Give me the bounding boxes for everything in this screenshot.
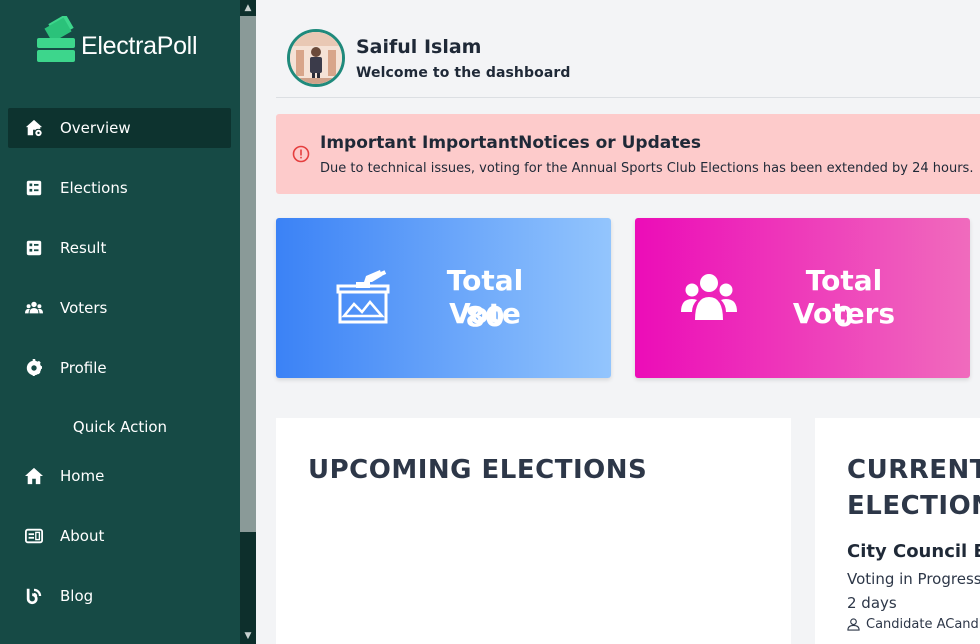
current-title-line1: CURRENT bbox=[847, 455, 980, 485]
sidebar-item-label: Overview bbox=[60, 119, 131, 137]
list-icon bbox=[24, 178, 44, 198]
total-vote-value: 80 bbox=[465, 300, 505, 333]
sidebar-item-label: Voters bbox=[60, 299, 108, 317]
sidebar-item-voters[interactable]: Voters bbox=[8, 288, 231, 328]
notice-title: Important ImportantNotices or Updates bbox=[320, 133, 701, 153]
avatar[interactable] bbox=[287, 29, 345, 87]
upcoming-elections-title: UPCOMING ELECTIONS bbox=[308, 455, 648, 485]
blog-icon bbox=[24, 586, 44, 606]
sidebar-item-home[interactable]: Home bbox=[8, 456, 231, 496]
election-days: 2 days bbox=[847, 594, 897, 612]
sidebar: ElectraPoll Overview Elections Result Vo… bbox=[0, 0, 240, 644]
upcoming-elections-panel: UPCOMING ELECTIONS bbox=[276, 418, 791, 644]
sidebar-item-elections[interactable]: Elections bbox=[8, 168, 231, 208]
quick-action-nav: Home About Blog bbox=[8, 456, 231, 636]
scroll-down-icon[interactable]: ▼ bbox=[240, 628, 256, 644]
welcome-text: Welcome to the dashboard bbox=[356, 65, 571, 81]
total-voters-card: Total Voters 0 bbox=[635, 218, 970, 378]
candidate-name: Candidate ACandi bbox=[866, 617, 980, 632]
sidebar-item-label: About bbox=[60, 527, 105, 545]
sidebar-item-profile[interactable]: Profile bbox=[8, 348, 231, 388]
quick-action-title: Quick Action bbox=[72, 418, 168, 436]
current-title-line2: ELECTION bbox=[847, 491, 980, 521]
list-icon bbox=[24, 238, 44, 258]
current-election-panel: CURRENT ELECTION City Council El Voting … bbox=[815, 418, 980, 644]
candidate-row: Candidate ACandi bbox=[847, 617, 980, 632]
election-name[interactable]: City Council El bbox=[847, 541, 980, 562]
sidebar-item-label: Result bbox=[60, 239, 107, 257]
sidebar-item-label: Home bbox=[60, 467, 105, 485]
ballot-vote-icon bbox=[336, 268, 396, 328]
home-settings-icon bbox=[24, 118, 44, 138]
current-election-title: CURRENT ELECTION bbox=[847, 452, 980, 524]
scroll-up-icon[interactable]: ▲ bbox=[240, 0, 256, 16]
brand-logo[interactable]: ElectraPoll bbox=[37, 14, 198, 64]
dashboard-header: Saiful Islam Welcome to the dashboard bbox=[276, 20, 980, 98]
sidebar-item-result[interactable]: Result bbox=[8, 228, 231, 268]
total-voters-value: 0 bbox=[834, 300, 854, 333]
user-name: Saiful Islam bbox=[356, 36, 482, 58]
notice-banner: Important ImportantNotices or Updates Du… bbox=[276, 114, 980, 194]
sidebar-item-label: Profile bbox=[60, 359, 107, 377]
brand-name: ElectraPoll bbox=[81, 31, 198, 60]
notice-body: Due to technical issues, voting for the … bbox=[320, 161, 974, 176]
home-icon bbox=[24, 466, 44, 486]
user-icon bbox=[847, 618, 860, 631]
scroll-thumb[interactable] bbox=[240, 16, 256, 532]
sidebar-item-about[interactable]: About bbox=[8, 516, 231, 556]
alert-circle-icon bbox=[292, 145, 310, 163]
users-icon bbox=[681, 270, 741, 330]
sidebar-nav: Overview Elections Result Voters Profile bbox=[8, 108, 231, 408]
sidebar-scrollbar[interactable]: ▲ ▼ bbox=[240, 0, 256, 644]
id-card-icon bbox=[24, 526, 44, 546]
gear-icon bbox=[24, 358, 44, 378]
sidebar-item-label: Elections bbox=[60, 179, 128, 197]
users-icon bbox=[24, 298, 44, 318]
sidebar-item-overview[interactable]: Overview bbox=[8, 108, 231, 148]
total-vote-card: Total Vote 80 bbox=[276, 218, 611, 378]
sidebar-item-blog[interactable]: Blog bbox=[8, 576, 231, 616]
election-status: Voting in Progress bbox=[847, 570, 980, 588]
ballot-box-icon bbox=[37, 14, 77, 64]
sidebar-item-label: Blog bbox=[60, 587, 94, 605]
